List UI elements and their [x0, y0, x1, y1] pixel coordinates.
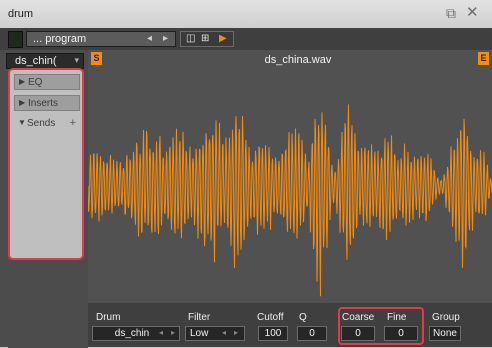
drum-select[interactable]: ds_chin( ▾: [6, 53, 84, 69]
coarse-fine-highlight: [338, 307, 424, 345]
play-icon[interactable]: ▶: [219, 33, 227, 44]
q-field[interactable]: 0: [297, 326, 327, 341]
cutoff-value: 100: [264, 328, 282, 339]
group-label: Group: [432, 312, 460, 323]
single-view-icon[interactable]: ◫: [186, 33, 195, 44]
expand-icon: ▶: [19, 98, 26, 107]
cutoff-label: Cutoff: [257, 312, 284, 323]
program-label: ... program: [33, 33, 87, 45]
cutoff-field[interactable]: 100: [258, 326, 288, 341]
program-selector[interactable]: ... program ◂ ▸: [26, 31, 176, 47]
section-sends[interactable]: ▼ Sends +: [14, 116, 80, 132]
prev-icon[interactable]: ◂: [222, 328, 226, 337]
left-panel: ds_chin( ▾ ▶ EQ ▶ Inserts ▼ Sends +: [0, 50, 88, 348]
filter-field[interactable]: Low ◂ ▸: [185, 326, 245, 341]
program-color-swatch[interactable]: [8, 31, 23, 48]
section-inserts[interactable]: ▶ Inserts: [14, 95, 80, 111]
end-marker[interactable]: E: [478, 52, 489, 65]
title-bar: drum ⧉ ✕: [0, 0, 492, 29]
next-icon[interactable]: ▸: [234, 328, 238, 337]
section-label: Inserts: [28, 98, 59, 109]
waveform-path: [88, 104, 492, 297]
start-marker[interactable]: S: [91, 52, 102, 65]
q-value: 0: [309, 328, 315, 339]
chevron-down-icon: ▾: [74, 55, 79, 65]
sample-file-name: ds_china.wav: [264, 54, 332, 66]
view-toggle-group: ◫ ⊞ ▶: [180, 31, 234, 47]
waveform: [88, 104, 492, 297]
next-icon[interactable]: ▸: [171, 328, 175, 337]
section-label: EQ: [28, 77, 43, 88]
next-program-icon[interactable]: ▸: [163, 33, 168, 44]
parameter-bar: Drum ds_chin ◂ ▸ Filter Low ◂ ▸ Cutoff 1…: [88, 303, 492, 347]
drum-value: ds_chin: [114, 328, 150, 339]
collapse-icon: ▼: [18, 118, 26, 127]
expand-icon: ▶: [19, 77, 26, 86]
drum-field[interactable]: ds_chin ◂ ▸: [92, 326, 180, 341]
prev-icon[interactable]: ◂: [159, 328, 163, 337]
section-label: Sends: [27, 118, 56, 129]
window-title: drum: [8, 8, 34, 20]
drum-select-value: ds_chin(: [15, 55, 57, 67]
group-value: None: [433, 328, 457, 339]
grid-view-icon[interactable]: ⊞: [201, 33, 209, 44]
prev-program-icon[interactable]: ◂: [147, 33, 152, 44]
section-list: ▶ EQ ▶ Inserts ▼ Sends +: [8, 68, 84, 260]
close-icon[interactable]: ✕: [466, 5, 479, 20]
restore-icon[interactable]: ⧉: [446, 6, 456, 20]
filter-label: Filter: [188, 312, 211, 323]
toolbar: ... program ◂ ▸ ◫ ⊞ ▶: [0, 28, 492, 51]
q-label: Q: [299, 312, 307, 323]
drum-label: Drum: [96, 312, 121, 323]
waveform-display[interactable]: S ds_china.wav E: [88, 50, 492, 303]
left-panel-empty: [8, 262, 88, 348]
add-send-icon[interactable]: +: [70, 117, 76, 129]
group-field[interactable]: None: [429, 326, 461, 341]
section-eq[interactable]: ▶ EQ: [14, 74, 80, 90]
drum-window: drum ⧉ ✕ ... program ◂ ▸ ◫ ⊞ ▶ ds_chin( …: [0, 0, 492, 348]
